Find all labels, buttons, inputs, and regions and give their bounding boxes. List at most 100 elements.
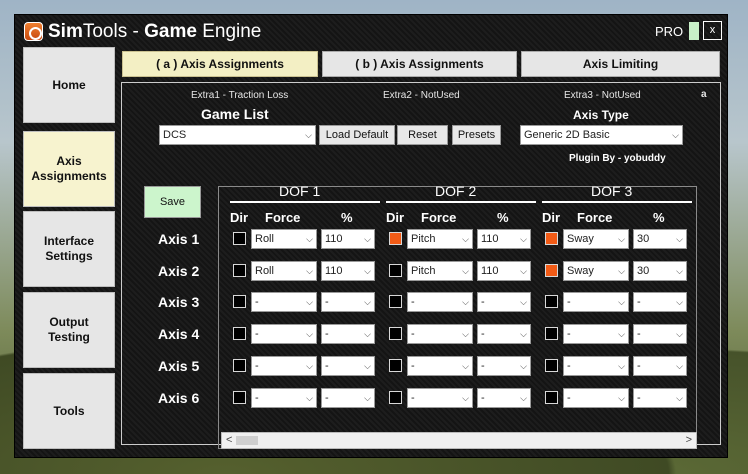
chevron-down-icon: ⌵ <box>462 266 469 276</box>
chevron-down-icon: ⌵ <box>676 393 683 403</box>
percent-select[interactable]: 110 ⌵ <box>477 261 531 281</box>
direction-checkbox[interactable] <box>389 359 402 372</box>
tab-axis-assignments-a[interactable]: ( a ) Axis Assignments <box>122 51 318 77</box>
dof-header: DOF 3 <box>591 183 633 199</box>
percent-select[interactable]: - ⌵ <box>477 388 531 408</box>
extra2-label: Extra2 - NotUsed <box>383 90 460 101</box>
percent-value: - <box>637 328 641 340</box>
dof-header: DOF 2 <box>435 183 477 199</box>
load-default-button[interactable]: Load Default <box>319 125 395 145</box>
axis-type-heading: Axis Type <box>573 108 629 122</box>
force-select[interactable]: Roll ⌵ <box>251 229 317 249</box>
chevron-down-icon: ⌵ <box>306 329 313 339</box>
force-select[interactable]: - ⌵ <box>407 292 473 312</box>
scroll-left-icon[interactable]: < <box>226 434 232 446</box>
percent-select[interactable]: - ⌵ <box>321 356 375 376</box>
percent-select[interactable]: - ⌵ <box>633 324 687 344</box>
percent-select[interactable]: - ⌵ <box>633 292 687 312</box>
force-select[interactable]: - ⌵ <box>407 324 473 344</box>
axis-label: Axis 5 <box>158 358 200 374</box>
force-select[interactable]: Sway ⌵ <box>563 261 629 281</box>
force-select[interactable]: - ⌵ <box>563 356 629 376</box>
close-button[interactable]: x <box>703 21 722 40</box>
scroll-right-icon[interactable]: > <box>686 434 692 446</box>
percent-value: - <box>637 360 641 372</box>
presets-button[interactable]: Presets <box>452 125 501 145</box>
tab-axis-assignments-b[interactable]: ( b ) Axis Assignments <box>322 51 517 77</box>
percent-select[interactable]: 30 ⌵ <box>633 229 687 249</box>
chevron-down-icon: ⌵ <box>676 329 683 339</box>
percent-select[interactable]: - ⌵ <box>633 388 687 408</box>
sidebar-item-axis-assignments[interactable]: Axis Assignments <box>23 131 115 207</box>
percent-select[interactable]: 110 ⌵ <box>321 229 375 249</box>
percent-select[interactable]: - ⌵ <box>477 324 531 344</box>
force-value: Pitch <box>411 233 436 245</box>
tab-axis-limiting[interactable]: Axis Limiting <box>521 51 720 77</box>
direction-checkbox[interactable] <box>545 327 558 340</box>
direction-checkbox[interactable] <box>389 327 402 340</box>
direction-checkbox[interactable] <box>545 264 558 277</box>
direction-checkbox[interactable] <box>233 327 246 340</box>
sidebar-item-output-testing[interactable]: Output Testing <box>23 292 115 368</box>
direction-checkbox[interactable] <box>233 295 246 308</box>
chevron-down-icon: ⌵ <box>618 266 625 276</box>
direction-checkbox[interactable] <box>545 391 558 404</box>
force-select[interactable]: Pitch ⌵ <box>407 229 473 249</box>
save-button[interactable]: Save <box>144 186 201 218</box>
direction-checkbox[interactable] <box>545 359 558 372</box>
scroll-thumb[interactable] <box>236 436 258 445</box>
force-select[interactable]: Roll ⌵ <box>251 261 317 281</box>
force-select[interactable]: - ⌵ <box>407 356 473 376</box>
force-select[interactable]: Pitch ⌵ <box>407 261 473 281</box>
force-select[interactable]: - ⌵ <box>251 324 317 344</box>
direction-checkbox[interactable] <box>389 264 402 277</box>
window-title: SimTools - Game Engine <box>48 21 262 42</box>
force-select[interactable]: - ⌵ <box>563 324 629 344</box>
percent-select[interactable]: - ⌵ <box>321 292 375 312</box>
direction-checkbox[interactable] <box>545 295 558 308</box>
percent-value: - <box>637 296 641 308</box>
percent-select[interactable]: 30 ⌵ <box>633 261 687 281</box>
sidebar-item-interface-settings[interactable]: Interface Settings <box>23 211 115 287</box>
force-select[interactable]: - ⌵ <box>251 356 317 376</box>
horizontal-scrollbar[interactable]: < > <box>221 432 697 449</box>
force-select[interactable]: - ⌵ <box>251 388 317 408</box>
percent-select[interactable]: - ⌵ <box>477 356 531 376</box>
dir-column-header: Dir <box>542 210 561 225</box>
direction-checkbox[interactable] <box>389 295 402 308</box>
force-select[interactable]: - ⌵ <box>407 388 473 408</box>
reset-button[interactable]: Reset <box>397 125 448 145</box>
direction-checkbox[interactable] <box>545 232 558 245</box>
direction-checkbox[interactable] <box>233 264 246 277</box>
direction-checkbox[interactable] <box>233 391 246 404</box>
percent-select[interactable]: - ⌵ <box>321 324 375 344</box>
force-select[interactable]: Sway ⌵ <box>563 229 629 249</box>
force-value: Sway <box>567 265 594 277</box>
chevron-down-icon: ⌵ <box>676 266 683 276</box>
game-select[interactable]: DCS ⌵ <box>159 125 316 145</box>
percent-select[interactable]: 110 ⌵ <box>321 261 375 281</box>
percent-select[interactable]: - ⌵ <box>477 292 531 312</box>
force-select[interactable]: - ⌵ <box>563 388 629 408</box>
chevron-down-icon: ⌵ <box>618 297 625 307</box>
dof-grid <box>218 186 697 449</box>
chevron-down-icon: ⌵ <box>306 297 313 307</box>
force-value: - <box>255 360 259 372</box>
direction-checkbox[interactable] <box>233 359 246 372</box>
title-bar: SimTools - Game Engine PRO x <box>15 15 729 49</box>
percent-select[interactable]: 110 ⌵ <box>477 229 531 249</box>
dof-rule <box>230 201 380 203</box>
force-select[interactable]: - ⌵ <box>563 292 629 312</box>
direction-checkbox[interactable] <box>389 232 402 245</box>
direction-checkbox[interactable] <box>233 232 246 245</box>
percent-select[interactable]: - ⌵ <box>321 388 375 408</box>
force-select[interactable]: - ⌵ <box>251 292 317 312</box>
sidebar-item-tools[interactable]: Tools <box>23 373 115 449</box>
axis-type-select[interactable]: Generic 2D Basic ⌵ <box>520 125 683 145</box>
percent-value: - <box>481 392 485 404</box>
percent-select[interactable]: - ⌵ <box>633 356 687 376</box>
percent-value: 110 <box>325 265 343 277</box>
direction-checkbox[interactable] <box>389 391 402 404</box>
axis-label: Axis 4 <box>158 326 200 342</box>
sidebar-item-home[interactable]: Home <box>23 47 115 123</box>
